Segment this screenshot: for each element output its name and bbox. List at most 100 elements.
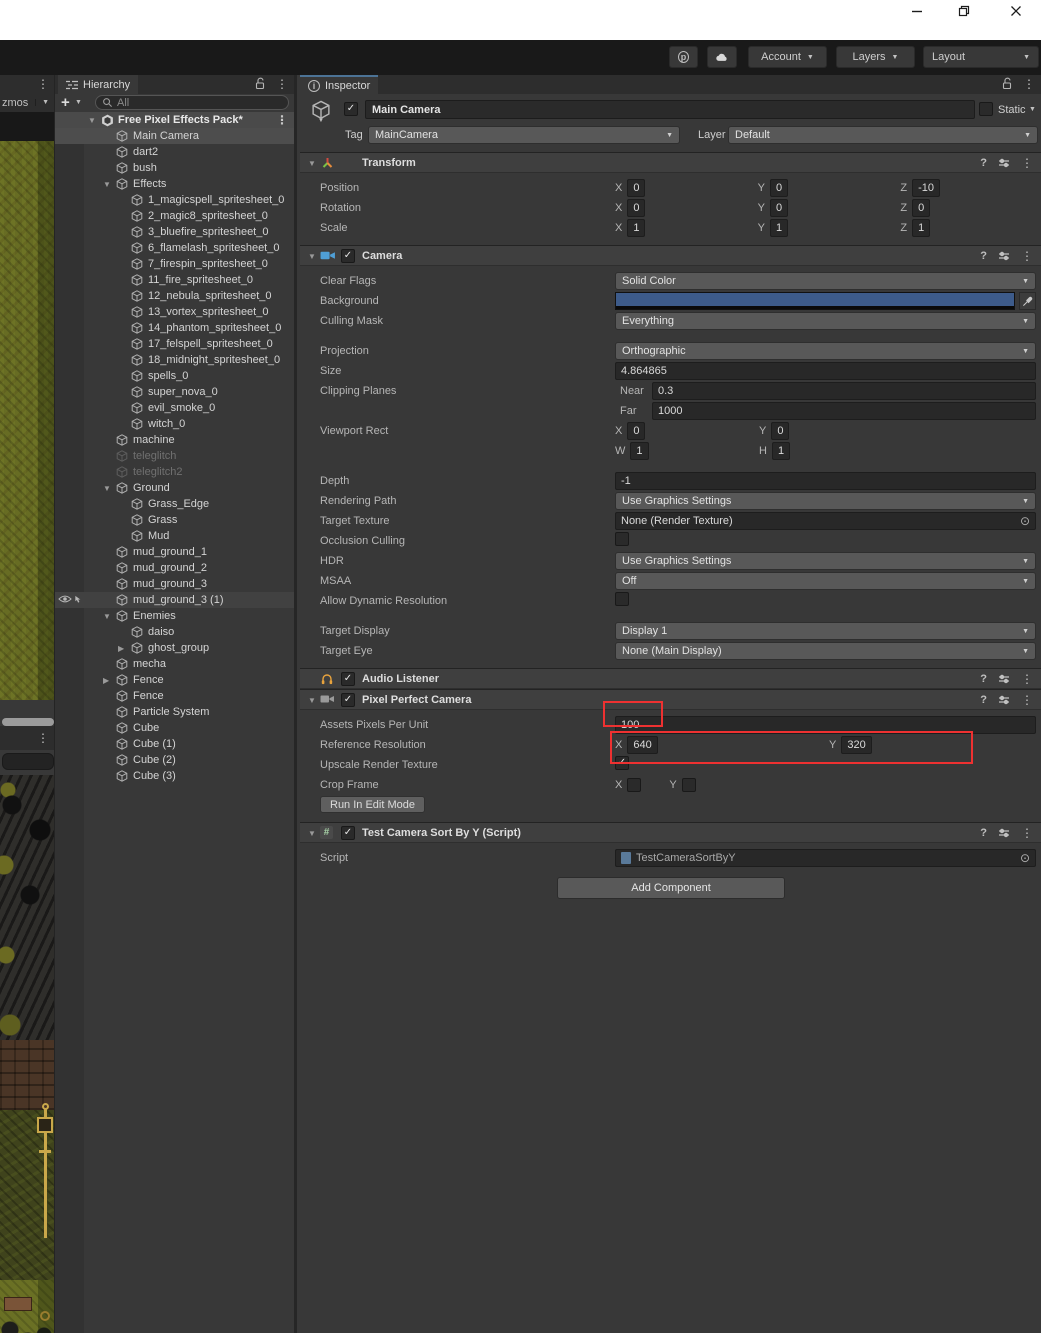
hierarchy-item-teleglitch[interactable]: teleglitch <box>55 448 294 464</box>
game-toolbar-field[interactable] <box>2 753 54 770</box>
component-header-audio-listener[interactable]: ✓Audio Listener?⋮ <box>300 668 1041 689</box>
axis-z-field[interactable]: 0 <box>912 199 930 217</box>
component-header-pixel-perfect-camera[interactable]: ▼✓Pixel Perfect Camera?⋮ <box>300 689 1041 710</box>
hierarchy-item-teleglitch2[interactable]: teleglitch2 <box>55 464 294 480</box>
hierarchy-item-mud-ground-3[interactable]: mud_ground_3 <box>55 576 294 592</box>
lock-icon[interactable] <box>254 77 266 90</box>
gameobject-cube-icon[interactable] <box>310 100 332 120</box>
component-enabled-checkbox[interactable]: ✓ <box>341 672 355 686</box>
hierarchy-item-main-camera[interactable]: Main Camera <box>55 128 294 144</box>
hierarchy-item-grass[interactable]: Grass <box>55 512 294 528</box>
axis-y-field[interactable]: 320 <box>841 736 871 754</box>
help-icon[interactable]: ? <box>980 157 987 169</box>
hierarchy-item-evil-smoke-0[interactable]: evil_smoke_0 <box>55 400 294 416</box>
hierarchy-item-super-nova-0[interactable]: super_nova_0 <box>55 384 294 400</box>
hierarchy-item-3-bluefire-spritesheet-0[interactable]: 3_bluefire_spritesheet_0 <box>55 224 294 240</box>
hierarchy-item-ground[interactable]: ▼Ground <box>55 480 294 496</box>
projection-dropdown[interactable]: Orthographic▼ <box>615 342 1036 360</box>
size-field[interactable]: 4.864865 <box>615 362 1036 380</box>
scene-kebab-icon[interactable]: ⋮ <box>276 114 288 126</box>
object-picker-icon[interactable]: ⊙ <box>1020 851 1030 865</box>
axis-x-field[interactable]: 640 <box>627 736 657 754</box>
hierarchy-item-spells-0[interactable]: spells_0 <box>55 368 294 384</box>
hierarchy-item-18-midnight-spritesheet-0[interactable]: 18_midnight_spritesheet_0 <box>55 352 294 368</box>
preset-icon[interactable] <box>998 157 1010 169</box>
foldout-down-icon[interactable]: ▼ <box>103 612 116 621</box>
tab-inspector[interactable]: i Inspector <box>300 75 378 94</box>
layer-dropdown[interactable]: Default ▼ <box>728 126 1038 144</box>
hierarchy-item-11-fire-spritesheet-0[interactable]: 11_fire_spritesheet_0 <box>55 272 294 288</box>
help-icon[interactable]: ? <box>980 250 987 262</box>
upscale-render-texture-checkbox[interactable]: ✓ <box>615 756 629 770</box>
clear-flags-dropdown[interactable]: Solid Color▼ <box>615 272 1036 290</box>
hierarchy-item-mud[interactable]: Mud <box>55 528 294 544</box>
axis-z-field[interactable]: 1 <box>912 219 930 237</box>
assets-pixels-per-unit-field[interactable]: 100 <box>615 716 1036 734</box>
help-icon[interactable]: ? <box>980 673 987 685</box>
restore-button[interactable] <box>955 2 973 19</box>
hierarchy-item-mud-ground-1[interactable]: mud_ground_1 <box>55 544 294 560</box>
create-dropdown-icon[interactable]: ▼ <box>75 99 82 106</box>
object-picker-icon[interactable]: ⊙ <box>1020 514 1030 528</box>
hierarchy-item-particle-system[interactable]: Particle System <box>55 704 294 720</box>
hierarchy-item-dart2[interactable]: dart2 <box>55 144 294 160</box>
account-dropdown[interactable]: Account ▼ <box>748 46 827 68</box>
target-texture-object-field[interactable]: None (Render Texture)⊙ <box>615 512 1036 530</box>
foldout-down-icon[interactable]: ▼ <box>308 252 316 261</box>
gameobject-name-field[interactable]: Main Camera <box>365 100 975 119</box>
axis-x-field[interactable]: 0 <box>627 422 645 440</box>
minimize-button[interactable] <box>908 2 926 19</box>
allow-dynamic-resolution-checkbox[interactable] <box>615 592 629 606</box>
far-field[interactable]: 1000 <box>652 402 1036 420</box>
tag-dropdown[interactable]: MainCamera ▼ <box>368 126 680 144</box>
hierarchy-item-bush[interactable]: bush <box>55 160 294 176</box>
component-header-camera[interactable]: ▼✓Camera?⋮ <box>300 245 1041 266</box>
depth-field[interactable]: -1 <box>615 472 1036 490</box>
hierarchy-item-effects[interactable]: ▼Effects <box>55 176 294 192</box>
hierarchy-item-17-felspell-spritesheet-0[interactable]: 17_felspell_spritesheet_0 <box>55 336 294 352</box>
hierarchy-item-14-phantom-spritesheet-0[interactable]: 14_phantom_spritesheet_0 <box>55 320 294 336</box>
layout-dropdown[interactable]: Layout ▼ <box>923 46 1039 68</box>
target-display-dropdown[interactable]: Display 1▼ <box>615 622 1036 640</box>
hierarchy-item-1-magicspell-spritesheet-0[interactable]: 1_magicspell_spritesheet_0 <box>55 192 294 208</box>
hierarchy-item-daiso[interactable]: daiso <box>55 624 294 640</box>
inspector-kebab-icon[interactable]: ⋮ <box>1023 78 1035 90</box>
rendering-path-dropdown[interactable]: Use Graphics Settings▼ <box>615 492 1036 510</box>
search-input[interactable]: All <box>95 95 289 110</box>
eyedropper-icon[interactable] <box>1019 292 1036 310</box>
occlusion-culling-checkbox[interactable] <box>615 532 629 546</box>
component-enabled-checkbox[interactable]: ✓ <box>341 826 355 840</box>
more-options-icon[interactable]: ⋮ <box>1021 694 1033 706</box>
component-enabled-checkbox[interactable]: ✓ <box>341 693 355 707</box>
static-checkbox[interactable] <box>979 102 993 116</box>
create-button[interactable]: + <box>61 94 70 111</box>
foldout-down-icon[interactable]: ▼ <box>308 696 316 705</box>
more-options-icon[interactable]: ⋮ <box>1021 673 1033 685</box>
hierarchy-item-free-pixel-effects-pack[interactable]: ▼Free Pixel Effects Pack*⋮ <box>55 112 294 128</box>
add-component-button[interactable]: Add Component <box>557 877 785 899</box>
hierarchy-item-6-flamelash-spritesheet-0[interactable]: 6_flamelash_spritesheet_0 <box>55 240 294 256</box>
hierarchy-kebab-icon[interactable]: ⋮ <box>276 78 288 90</box>
axis-w-field[interactable]: 1 <box>630 442 648 460</box>
hierarchy-item-enemies[interactable]: ▼Enemies <box>55 608 294 624</box>
hierarchy-item-2-magic8-spritesheet-0[interactable]: 2_magic8_spritesheet_0 <box>55 208 294 224</box>
game-kebab-icon[interactable]: ⋮ <box>37 732 49 744</box>
axis-x-field[interactable]: 0 <box>627 199 645 217</box>
gameobject-icon-dropdown[interactable]: ▼ <box>318 118 324 124</box>
foldout-right-icon[interactable]: ▶ <box>103 676 116 685</box>
component-enabled-checkbox[interactable]: ✓ <box>341 249 355 263</box>
foldout-down-icon[interactable]: ▼ <box>308 829 316 838</box>
axis-x-field[interactable]: 0 <box>627 179 645 197</box>
pickability-icon[interactable] <box>72 594 82 609</box>
script-object-field[interactable]: TestCameraSortByY⊙ <box>615 849 1036 867</box>
help-icon[interactable]: ? <box>980 694 987 706</box>
hierarchy-item-mud-ground-3-1[interactable]: mud_ground_3 (1) <box>55 592 294 608</box>
static-dropdown-icon[interactable]: ▼ <box>1029 106 1036 113</box>
foldout-down-icon[interactable]: ▼ <box>308 159 316 168</box>
scene-view-strip[interactable]: ⋮ zmos ▼ ⋮ <box>0 75 55 1333</box>
preset-icon[interactable] <box>998 694 1010 706</box>
gizmos-label[interactable]: zmos <box>0 97 28 109</box>
tab-hierarchy[interactable]: Hierarchy <box>58 75 138 94</box>
more-options-icon[interactable]: ⋮ <box>1021 250 1033 262</box>
hierarchy-item-mud-ground-2[interactable]: mud_ground_2 <box>55 560 294 576</box>
